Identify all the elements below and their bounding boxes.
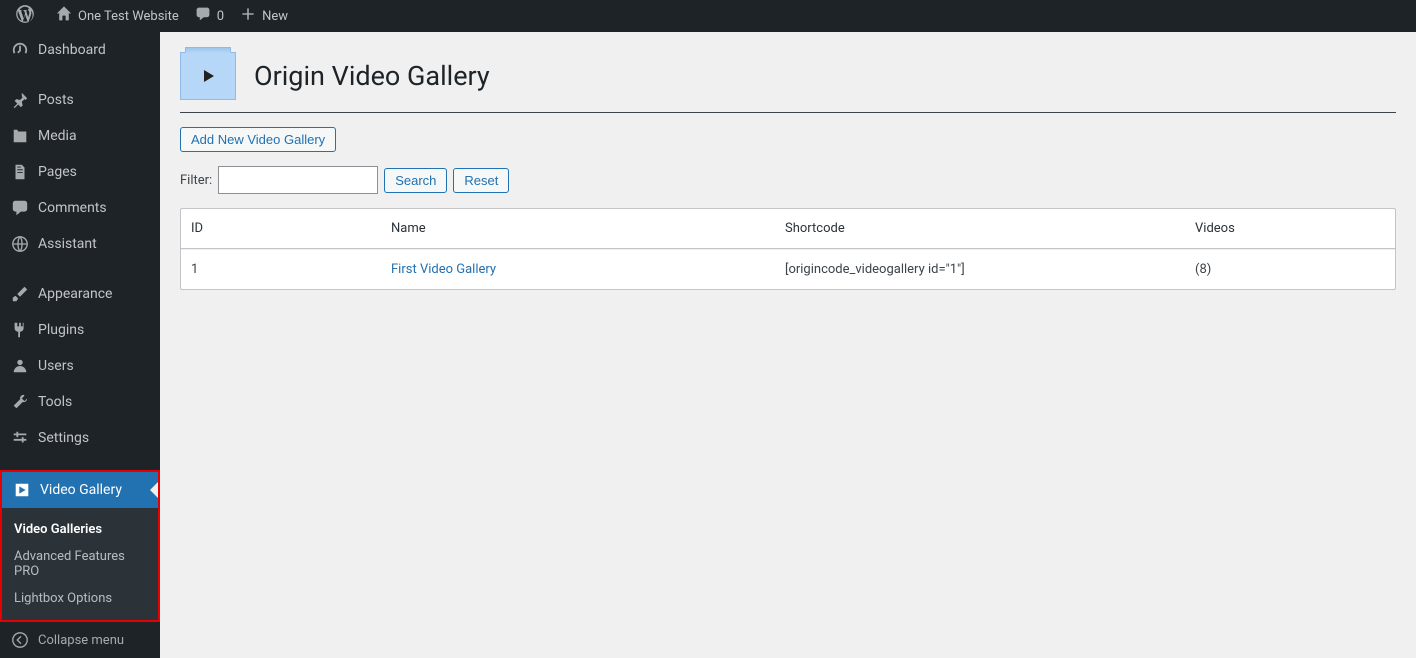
cell-id: 1	[191, 262, 391, 277]
table-header: ID Name Shortcode Videos	[181, 209, 1395, 249]
admin-sidebar: Dashboard Posts Media Pages Comments Ass…	[0, 32, 160, 658]
sidebar-item-comments[interactable]: Comments	[0, 190, 160, 226]
comments-link[interactable]: 0	[187, 0, 232, 32]
pin-icon	[10, 90, 30, 110]
comment-icon	[10, 198, 30, 218]
brush-icon	[10, 284, 30, 304]
col-header-id[interactable]: ID	[191, 221, 391, 236]
play-icon	[198, 66, 218, 86]
filter-row: Filter: Search Reset	[180, 166, 1396, 194]
comment-icon	[195, 6, 211, 26]
galleries-table: ID Name Shortcode Videos 1 First Video G…	[180, 208, 1396, 290]
sidebar-item-label: Users	[38, 358, 74, 374]
globe-icon	[10, 234, 30, 254]
new-label: New	[262, 9, 288, 24]
submenu-video-galleries[interactable]: Video Galleries	[2, 516, 158, 543]
collapse-icon	[10, 630, 30, 650]
media-icon	[10, 126, 30, 146]
sliders-icon	[10, 428, 30, 448]
sidebar-item-dashboard[interactable]: Dashboard	[0, 32, 160, 68]
reset-button[interactable]: Reset	[453, 168, 509, 193]
sidebar-item-label: Posts	[38, 92, 74, 108]
sidebar-item-label: Settings	[38, 430, 89, 446]
sidebar-item-settings[interactable]: Settings	[0, 420, 160, 456]
comments-count: 0	[217, 9, 224, 24]
admin-toolbar: One Test Website 0 New	[0, 0, 1416, 32]
filter-label: Filter:	[180, 173, 212, 188]
sidebar-item-label: Comments	[38, 200, 107, 216]
sidebar-item-label: Media	[38, 128, 77, 144]
play-icon	[12, 480, 32, 500]
sidebar-item-video-gallery[interactable]: Video Gallery	[2, 472, 158, 508]
sidebar-item-plugins[interactable]: Plugins	[0, 312, 160, 348]
site-link[interactable]: One Test Website	[48, 0, 187, 32]
sidebar-item-tools[interactable]: Tools	[0, 384, 160, 420]
wordpress-icon	[16, 5, 34, 27]
home-icon	[56, 6, 72, 26]
dashboard-icon	[10, 40, 30, 60]
collapse-label: Collapse menu	[38, 633, 124, 648]
sidebar-item-label: Tools	[38, 394, 72, 410]
search-button[interactable]: Search	[384, 168, 447, 193]
col-header-videos[interactable]: Videos	[1195, 221, 1385, 236]
video-gallery-submenu: Video Galleries Advanced Features PRO Li…	[2, 508, 158, 620]
page-header: Origin Video Gallery	[180, 52, 1396, 113]
cell-videos: (8)	[1195, 262, 1385, 277]
sidebar-item-assistant[interactable]: Assistant	[0, 226, 160, 262]
submenu-advanced-features[interactable]: Advanced Features PRO	[2, 543, 158, 585]
col-header-name[interactable]: Name	[391, 221, 785, 236]
sidebar-item-label: Plugins	[38, 322, 84, 338]
new-link[interactable]: New	[232, 0, 296, 32]
video-gallery-menu-highlight: Video Gallery Video Galleries Advanced F…	[0, 470, 160, 622]
plugin-logo	[180, 52, 236, 100]
cell-name-link[interactable]: First Video Gallery	[391, 262, 785, 277]
sidebar-item-label: Pages	[38, 164, 77, 180]
wrench-icon	[10, 392, 30, 412]
sidebar-item-users[interactable]: Users	[0, 348, 160, 384]
sidebar-item-appearance[interactable]: Appearance	[0, 276, 160, 312]
sidebar-item-label: Assistant	[38, 236, 97, 252]
collapse-menu[interactable]: Collapse menu	[0, 622, 160, 658]
sidebar-item-pages[interactable]: Pages	[0, 154, 160, 190]
main-content: Origin Video Gallery Add New Video Galle…	[160, 32, 1416, 658]
col-header-shortcode[interactable]: Shortcode	[785, 221, 1195, 236]
plug-icon	[10, 320, 30, 340]
filter-input[interactable]	[218, 166, 378, 194]
site-name: One Test Website	[78, 9, 179, 24]
sidebar-item-posts[interactable]: Posts	[0, 82, 160, 118]
wp-logo[interactable]	[8, 0, 48, 32]
plus-icon	[240, 6, 256, 26]
sidebar-item-media[interactable]: Media	[0, 118, 160, 154]
add-new-gallery-button[interactable]: Add New Video Gallery	[180, 127, 336, 152]
page-icon	[10, 162, 30, 182]
user-icon	[10, 356, 30, 376]
sidebar-item-label: Dashboard	[38, 42, 106, 58]
submenu-lightbox-options[interactable]: Lightbox Options	[2, 585, 158, 612]
sidebar-item-label: Appearance	[38, 286, 112, 302]
sidebar-item-label: Video Gallery	[40, 482, 122, 498]
cell-shortcode: [origincode_videogallery id="1"]	[785, 262, 1195, 277]
page-title: Origin Video Gallery	[254, 60, 490, 92]
table-row: 1 First Video Gallery [origincode_videog…	[181, 249, 1395, 289]
